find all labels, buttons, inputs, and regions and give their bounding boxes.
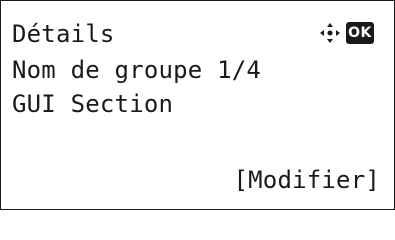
ok-key-icon: OK	[346, 22, 374, 44]
group-name-value: GUI Section	[12, 90, 174, 118]
modify-softkey[interactable]: [Modifier]	[234, 165, 381, 195]
panel-display: Détails OK Nom de groupe 1/4 GUI Section…	[0, 0, 395, 210]
four-way-navigation-icon	[320, 23, 340, 43]
group-name-field-label: Nom de groupe 1/4	[12, 56, 262, 84]
screen-title: Détails	[12, 20, 115, 48]
